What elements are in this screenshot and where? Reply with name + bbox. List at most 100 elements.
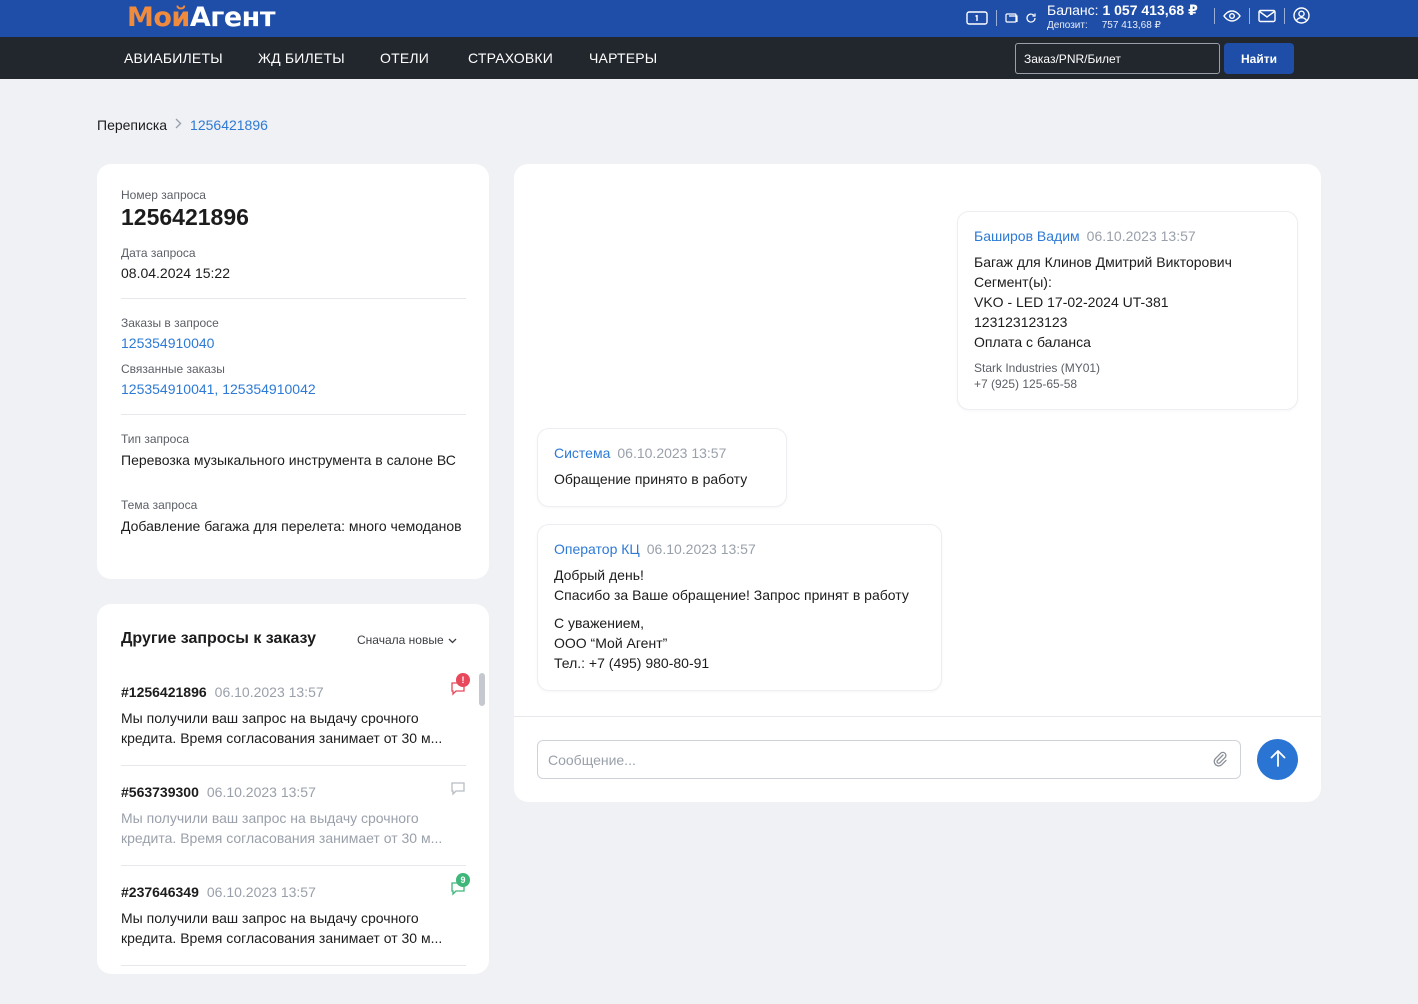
request-list-item[interactable]: #237646349 06.10.2023 13:57 Мы получили в… — [121, 873, 470, 948]
nav-item-charters[interactable]: ЧАРТЕРЫ — [589, 50, 657, 66]
balance-block: Баланс: 1 057 413,68 ₽ Депозит: 757 413,6… — [1047, 2, 1198, 31]
right-icons — [1206, 7, 1310, 24]
separator — [1284, 7, 1285, 24]
wallet-icon[interactable] — [966, 10, 988, 26]
request-list-item[interactable]: #1256421896 06.10.2023 13:57 Мы получили … — [121, 673, 470, 748]
message-author: Система — [554, 445, 611, 461]
chat-bubble-icon: ! — [450, 673, 470, 701]
request-item-text: Мы получили ваш запрос на выдачу срочног… — [121, 810, 419, 826]
arrow-up-icon — [1269, 748, 1287, 771]
message-signature: Тел.: +7 (495) 980-80-91 — [554, 655, 710, 671]
message-line: VKO - LED 17-02-2024 UT-381 — [974, 294, 1169, 310]
orders-label: Заказы в запросе — [121, 316, 219, 330]
chat-panel: Баширов Вадим 06.10.2023 13:57 Багаж для … — [514, 164, 1321, 802]
request-item-number: #237646349 — [121, 884, 199, 900]
breadcrumb-current: 1256421896 — [190, 117, 268, 133]
nav-item-avia[interactable]: АВИАБИЛЕТЫ — [124, 50, 223, 66]
breadcrumb: Переписка 1256421896 — [97, 117, 268, 133]
request-topic-label: Тема запроса — [121, 498, 198, 512]
message-date: 06.10.2023 13:57 — [1086, 228, 1196, 244]
order-search-input[interactable] — [1015, 43, 1220, 74]
request-date-label: Дата запроса — [121, 246, 196, 260]
divider — [121, 865, 466, 866]
user-icon[interactable] — [1293, 7, 1310, 24]
refresh-icon[interactable] — [1025, 12, 1037, 24]
message-line: 123123123123 — [974, 314, 1068, 330]
sort-label: Сначала новые — [357, 633, 444, 647]
chat-message-system: Система 06.10.2023 13:57 Обращение принят… — [537, 428, 787, 507]
nav-item-rail[interactable]: ЖД БИЛЕТЫ — [258, 50, 345, 66]
request-item-text: Мы получили ваш запрос на выдачу срочног… — [121, 910, 419, 926]
send-button[interactable] — [1257, 739, 1298, 780]
other-requests-card: Другие запросы к заказу Сначала новые #1… — [97, 604, 489, 974]
divider — [121, 765, 466, 766]
eye-icon[interactable] — [1223, 9, 1241, 23]
request-info-card: Номер запроса 1256421896 Дата запроса 08… — [97, 164, 489, 579]
related-orders-links[interactable]: 125354910041, 125354910042 — [121, 379, 466, 399]
request-topic: Добавление багажа для перелета: много че… — [121, 518, 462, 534]
related-orders-label: Связанные заказы — [121, 362, 225, 376]
paperclip-icon[interactable] — [1212, 750, 1228, 773]
logo[interactable]: МойАгент — [127, 2, 275, 33]
count-badge: 9 — [456, 873, 470, 887]
chevron-down-icon — [448, 633, 457, 647]
message-signature: ООО “Мой Агент” — [554, 635, 668, 651]
deposit-label: Депозит: — [1047, 20, 1088, 31]
message-line: Оплата с баланса — [974, 334, 1091, 350]
top-bar: МойАгент Баланс: 1 057 413,68 ₽ Депозит:… — [0, 0, 1418, 37]
request-type-label: Тип запроса — [121, 432, 190, 446]
message-line: Сегмент(ы): — [974, 274, 1052, 290]
divider — [514, 716, 1321, 717]
message-author[interactable]: Оператор КЦ — [554, 541, 640, 557]
request-item-date: 06.10.2023 13:57 — [214, 684, 324, 700]
top-icons — [966, 7, 1037, 29]
other-requests-title: Другие запросы к заказу — [121, 630, 316, 647]
request-item-text: кредита. Время согласования занимает от … — [121, 930, 443, 946]
mail-icon[interactable] — [1258, 9, 1276, 23]
scrollbar[interactable] — [479, 673, 485, 706]
message-author[interactable]: Баширов Вадим — [974, 228, 1080, 244]
logo-part1: Мой — [127, 2, 190, 33]
divider — [121, 965, 466, 966]
message-line: Багаж для Клинов Дмитрий Викторович — [974, 254, 1232, 270]
message-input[interactable] — [537, 740, 1241, 779]
message-date: 06.10.2023 13:57 — [617, 445, 727, 461]
balance-label: Баланс: — [1047, 2, 1099, 18]
breadcrumb-root[interactable]: Переписка — [97, 117, 167, 133]
message-date: 06.10.2023 13:57 — [646, 541, 756, 557]
sort-dropdown[interactable]: Сначала новые — [357, 633, 457, 647]
request-item-number: #1256421896 — [121, 684, 207, 700]
request-date: 08.04.2024 15:22 — [121, 265, 230, 281]
message-line: Спасибо за Ваше обращение! Запрос принят… — [554, 587, 909, 603]
request-item-text: кредита. Время согласования занимает от … — [121, 730, 443, 746]
nav-item-insurance[interactable]: СТРАХОВКИ — [468, 50, 553, 66]
message-line: Добрый день! — [554, 567, 644, 583]
separator — [1214, 7, 1215, 24]
message-line: Обращение принято в работу — [554, 471, 748, 487]
chat-bubble-icon: 9 — [450, 873, 470, 901]
alert-badge: ! — [456, 673, 470, 687]
nav-item-hotels[interactable]: ОТЕЛИ — [380, 50, 429, 66]
request-number-label: Номер запроса — [121, 188, 206, 202]
balance-value: 1 057 413,68 ₽ — [1102, 2, 1198, 18]
request-list-item[interactable]: #563739300 06.10.2023 13:57 Мы получили в… — [121, 782, 466, 848]
logo-part2: Агент — [189, 2, 276, 33]
request-item-text: Мы получили ваш запрос на выдачу срочног… — [121, 710, 419, 726]
message-phone: +7 (925) 125-65-58 — [974, 377, 1078, 391]
request-type: Перевозка музыкального инструмента в сал… — [121, 452, 456, 468]
request-item-text: кредита. Время согласования занимает от … — [121, 830, 443, 846]
request-item-number: #563739300 — [121, 784, 199, 800]
message-signature: С уважением, — [554, 615, 645, 631]
message-company: Stark Industries (MY01) — [974, 361, 1101, 375]
search-button[interactable]: Найти — [1224, 43, 1294, 74]
chat-message-operator: Оператор КЦ 06.10.2023 13:57 Добрый день!… — [537, 524, 942, 691]
request-number: 1256421896 — [121, 204, 249, 230]
chat-bubble-icon — [450, 780, 466, 801]
divider — [121, 298, 466, 299]
divider — [121, 414, 466, 415]
separator — [1249, 7, 1250, 24]
request-item-date: 06.10.2023 13:57 — [206, 884, 316, 900]
card-icon[interactable] — [1005, 12, 1019, 24]
chevron-right-icon — [175, 118, 182, 132]
order-link[interactable]: 125354910040 — [121, 333, 466, 353]
